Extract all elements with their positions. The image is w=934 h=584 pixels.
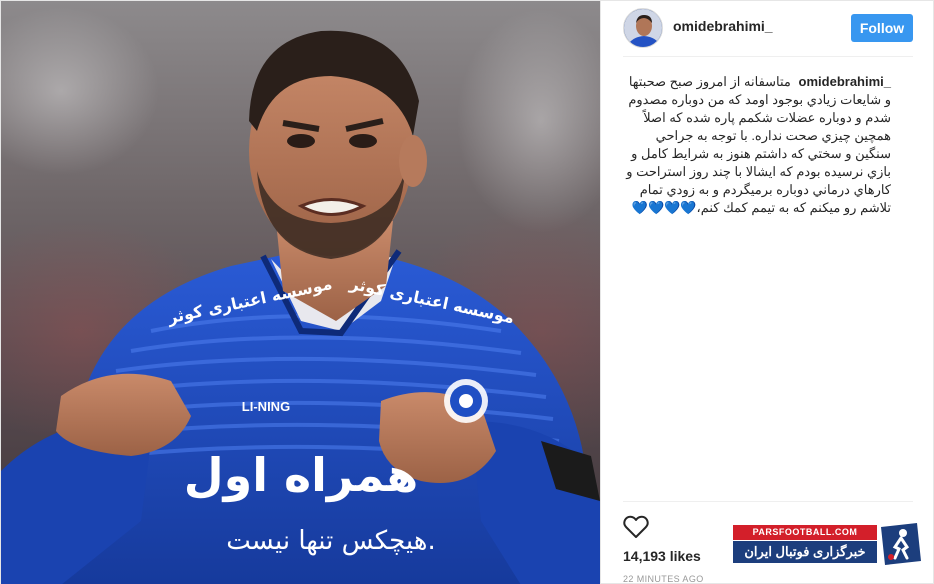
instagram-post: همراه اول هیچکس تنها نیست. LI-NING موسسه…	[0, 0, 934, 584]
post-time[interactable]: 22 MINUTES AGO	[623, 574, 704, 584]
watermark-title: خبرگزاری فوتبال ایران	[733, 541, 877, 563]
avatar-image	[624, 9, 662, 47]
watermark-logo-icon	[881, 523, 921, 565]
heart-icon	[623, 515, 649, 538]
watermark-site: PARSFOOTBALL.COM	[733, 525, 877, 540]
actions-divider	[623, 501, 913, 502]
player-illustration: همراه اول هیچکس تنها نیست. LI-NING موسسه…	[1, 30, 600, 584]
caption-username[interactable]: omidebrahimi_	[799, 74, 891, 89]
follow-button[interactable]: Follow	[851, 14, 913, 42]
post-username[interactable]: omidebrahimi_	[673, 18, 773, 34]
post-photo[interactable]: همراه اول هیچکس تنها نیست. LI-NING موسسه…	[1, 1, 600, 584]
likes-count[interactable]: 14,193 likes	[623, 548, 701, 564]
jersey-slogan: هیچکس تنها نیست.	[226, 526, 435, 556]
photo-divider	[600, 1, 601, 584]
header-divider	[623, 56, 913, 57]
jersey-brand: LI-NING	[242, 399, 290, 414]
post-caption: omidebrahimi_ متاسفانه از امروز صبح صحبت…	[623, 73, 891, 217]
post-header: omidebrahimi_ Follow	[601, 1, 934, 55]
watermark: PARSFOOTBALL.COM خبرگزاری فوتبال ایران	[733, 523, 923, 569]
avatar[interactable]	[623, 8, 663, 48]
like-button[interactable]	[623, 515, 649, 539]
jersey-sponsor-main: همراه اول	[184, 448, 419, 502]
caption-text: متاسفانه از امروز صبح صحبتها و شايعات زي…	[626, 74, 891, 215]
